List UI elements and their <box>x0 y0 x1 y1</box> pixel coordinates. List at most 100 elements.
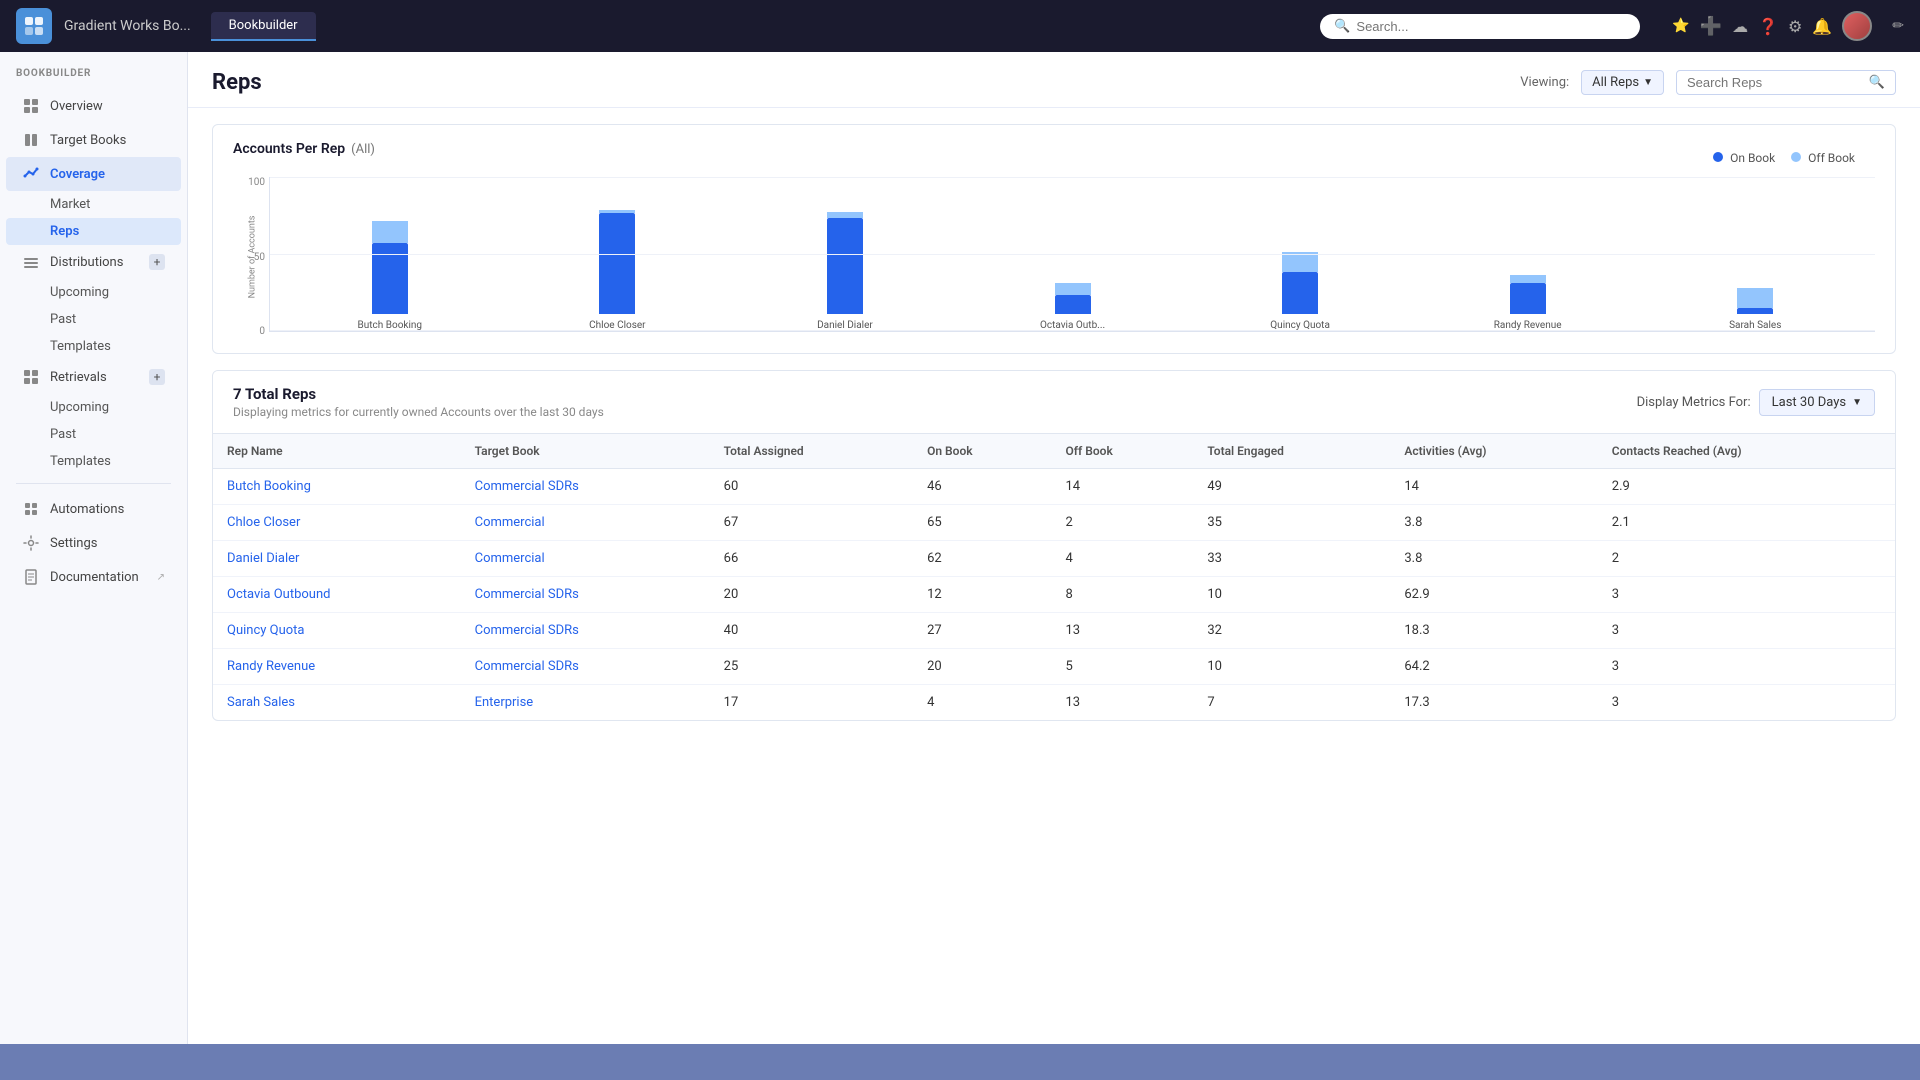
sidebar-sub-item-past-ret[interactable]: Past <box>6 421 181 448</box>
sidebar-item-retrievals[interactable]: Retrievals + <box>6 360 181 394</box>
bar-on-book-2 <box>827 218 863 314</box>
cell-contacts-reached: 3 <box>1598 649 1895 685</box>
cell-target-book[interactable]: Commercial SDRs <box>461 469 710 505</box>
sidebar-item-distributions[interactable]: Distributions + <box>6 245 181 279</box>
table-total-reps: 7 Total Reps <box>233 385 604 403</box>
cell-total-engaged: 7 <box>1193 685 1390 721</box>
sidebar-item-label: Distributions <box>50 255 123 270</box>
cell-off-book: 8 <box>1051 577 1193 613</box>
bar-off-book-3 <box>1055 283 1091 295</box>
main-layout: BOOKBUILDER Overview Target Boo <box>0 52 1920 1044</box>
cell-target-book[interactable]: Commercial SDRs <box>461 649 710 685</box>
table-subtitle: Displaying metrics for currently owned A… <box>233 405 604 419</box>
settings-chrome-icon[interactable]: ⚙ <box>1788 17 1802 36</box>
sidebar-sub-item-market[interactable]: Market <box>6 191 181 218</box>
cell-target-book[interactable]: Enterprise <box>461 685 710 721</box>
sidebar-item-overview[interactable]: Overview <box>6 89 181 123</box>
sidebar-divider <box>16 483 171 484</box>
app-logo[interactable] <box>16 8 52 44</box>
distributions-add-button[interactable]: + <box>149 254 165 270</box>
metrics-period-value: Last 30 Days <box>1772 395 1846 410</box>
col-contacts-reached: Contacts Reached (Avg) <box>1598 434 1895 469</box>
help-icon[interactable]: ❓ <box>1758 17 1778 36</box>
cell-off-book: 13 <box>1051 613 1193 649</box>
sidebar-item-documentation[interactable]: Documentation ↗ <box>6 560 181 594</box>
viewing-select[interactable]: All Reps ▼ <box>1581 70 1664 95</box>
sidebar-sub-item-templates-ret[interactable]: Templates <box>6 448 181 475</box>
legend-on-book: On Book <box>1713 151 1775 165</box>
cell-target-book[interactable]: Commercial <box>461 505 710 541</box>
table-header-right: Display Metrics For: Last 30 Days ▼ <box>1637 389 1875 416</box>
books-icon <box>22 131 40 149</box>
table-header-row-cols: Rep Name Target Book Total Assigned On B… <box>213 434 1895 469</box>
bar-off-book-6 <box>1737 288 1773 308</box>
table-row: Randy RevenueCommercial SDRs252051064.23 <box>213 649 1895 685</box>
cell-target-book[interactable]: Commercial <box>461 541 710 577</box>
cell-total-assigned: 17 <box>710 685 913 721</box>
cell-total-assigned: 66 <box>710 541 913 577</box>
cell-off-book: 14 <box>1051 469 1193 505</box>
cell-activities-avg: 18.3 <box>1390 613 1597 649</box>
bar-stack-3 <box>1055 283 1091 314</box>
y-axis-label: Number of Accounts <box>247 216 257 299</box>
sidebar-item-label: Coverage <box>50 167 105 182</box>
bookbuilder-tab[interactable]: Bookbuilder <box>211 12 316 41</box>
sidebar-sub-item-upcoming-ret[interactable]: Upcoming <box>6 394 181 421</box>
add-icon[interactable]: ➕ <box>1700 16 1722 37</box>
bar-group-0: Butch Booking <box>290 221 490 331</box>
global-search-input[interactable] <box>1356 19 1626 34</box>
retrievals-add-button[interactable]: + <box>149 369 165 385</box>
app-name: Gradient Works Bo... <box>64 18 191 34</box>
sidebar-sub-item-reps[interactable]: Reps <box>6 218 181 245</box>
search-reps-wrap[interactable]: 🔍 <box>1676 70 1896 95</box>
coverage-icon <box>22 165 40 183</box>
cell-total-assigned: 25 <box>710 649 913 685</box>
cell-off-book: 5 <box>1051 649 1193 685</box>
cell-total-engaged: 49 <box>1193 469 1390 505</box>
page-title: Reps <box>212 70 262 95</box>
search-icon: 🔍 <box>1334 19 1350 34</box>
bar-off-book-5 <box>1510 275 1546 283</box>
col-target-book: Target Book <box>461 434 710 469</box>
reps-table: Rep Name Target Book Total Assigned On B… <box>213 434 1895 720</box>
cloud-icon[interactable]: ☁ <box>1732 17 1748 36</box>
table-row: Quincy QuotaCommercial SDRs4027133218.33 <box>213 613 1895 649</box>
cell-activities-avg: 62.9 <box>1390 577 1597 613</box>
cell-rep-name[interactable]: Quincy Quota <box>213 613 461 649</box>
cell-contacts-reached: 3 <box>1598 577 1895 613</box>
table-row: Octavia OutboundCommercial SDRs201281062… <box>213 577 1895 613</box>
bar-label-3: Octavia Outb... <box>1040 320 1105 331</box>
search-reps-input[interactable] <box>1687 75 1863 90</box>
cell-target-book[interactable]: Commercial SDRs <box>461 613 710 649</box>
col-total-assigned: Total Assigned <box>710 434 913 469</box>
table-row: Daniel DialerCommercial66624333.82 <box>213 541 1895 577</box>
metrics-period-select[interactable]: Last 30 Days ▼ <box>1759 389 1875 416</box>
global-search[interactable]: 🔍 <box>1320 14 1640 39</box>
cell-on-book: 4 <box>913 685 1051 721</box>
sidebar-item-automations[interactable]: Automations <box>6 492 181 526</box>
cell-rep-name[interactable]: Chloe Closer <box>213 505 461 541</box>
sidebar-item-settings[interactable]: Settings <box>6 526 181 560</box>
cell-rep-name[interactable]: Sarah Sales <box>213 685 461 721</box>
cell-rep-name[interactable]: Octavia Outbound <box>213 577 461 613</box>
sidebar-item-label: Retrievals <box>50 370 107 385</box>
notifications-icon[interactable]: 🔔 <box>1812 17 1832 36</box>
bar-label-5: Randy Revenue <box>1494 320 1562 331</box>
sidebar-sub-item-past-dist[interactable]: Past <box>6 306 181 333</box>
sidebar-item-coverage[interactable]: Coverage <box>6 157 181 191</box>
cell-rep-name[interactable]: Randy Revenue <box>213 649 461 685</box>
cell-on-book: 12 <box>913 577 1051 613</box>
sidebar-section-title: BOOKBUILDER <box>0 68 187 89</box>
sidebar-sub-item-templates-dist[interactable]: Templates <box>6 333 181 360</box>
star-icon[interactable]: ⭐ <box>1672 18 1689 34</box>
sidebar-item-target-books[interactable]: Target Books <box>6 123 181 157</box>
cell-rep-name[interactable]: Butch Booking <box>213 469 461 505</box>
user-avatar[interactable] <box>1842 11 1872 41</box>
edit-icon[interactable]: ✏ <box>1892 18 1904 34</box>
retrievals-icon <box>22 368 40 386</box>
bar-stack-0 <box>372 221 408 314</box>
sidebar-sub-item-upcoming-dist[interactable]: Upcoming <box>6 279 181 306</box>
viewing-label: Viewing: <box>1520 75 1569 90</box>
cell-rep-name[interactable]: Daniel Dialer <box>213 541 461 577</box>
cell-target-book[interactable]: Commercial SDRs <box>461 577 710 613</box>
